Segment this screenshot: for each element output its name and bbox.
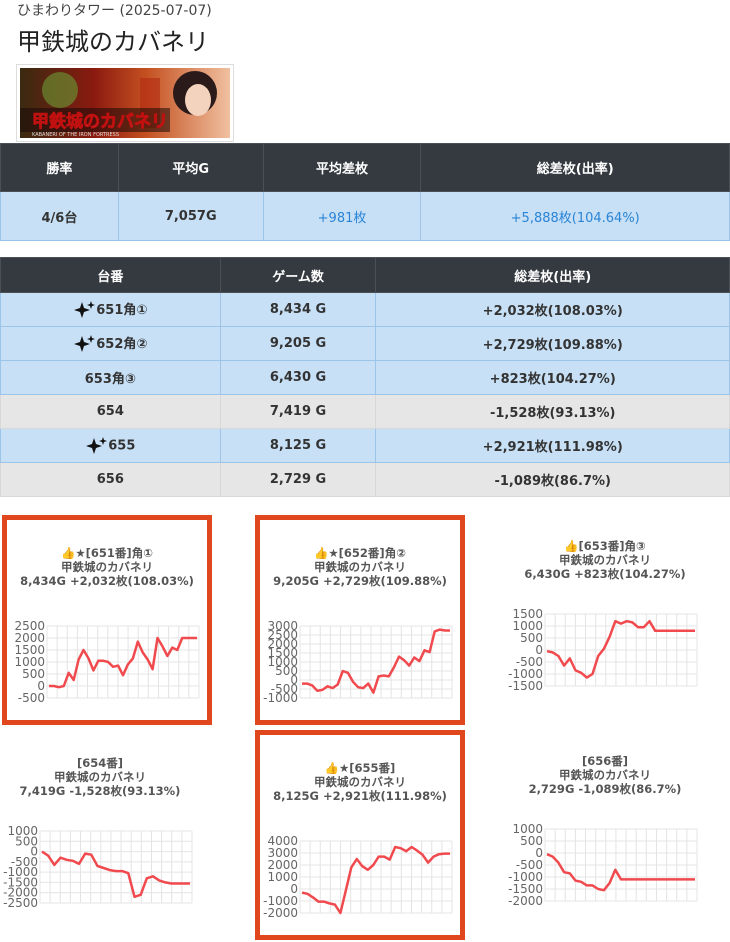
- sparkle-icon: [74, 301, 96, 319]
- summary-winrate: 4/6台: [0, 191, 119, 241]
- summary-avg-games: 7,057G: [117, 191, 264, 241]
- machine-games: 9,205 G: [219, 326, 377, 361]
- machine-games: 2,729 G: [219, 462, 377, 497]
- chart-title-line: 甲鉄城のカバネリ: [559, 768, 651, 782]
- diff-line-chart: 40003000200010000-1000-2000: [263, 835, 453, 920]
- summary-table: 勝率 平均G 平均差枚 総差枚(出率) 4/6台 7,057G +981枚 +5…: [0, 143, 730, 241]
- diff-line-chart: 10005000-500-1000-1500-2000-2500: [3, 825, 193, 910]
- machine-games: 8,434 G: [219, 292, 377, 327]
- chart-title-line: 甲鉄城のカバネリ: [314, 560, 406, 574]
- machine-id[interactable]: 655: [0, 428, 221, 463]
- y-tick-label: -2000: [508, 894, 543, 908]
- machine-row[interactable]: 652角② 9,205 G +2,729枚(109.88%): [0, 326, 730, 361]
- machine-header-games: ゲーム数: [219, 257, 377, 293]
- machine-row[interactable]: 656 2,729 G -1,089枚(86.7%): [0, 462, 730, 497]
- diff-series-line: [302, 628, 450, 694]
- y-tick-label: -1500: [508, 679, 543, 693]
- chart-title-line: 2,729G -1,089枚(86.7%): [528, 782, 682, 796]
- machine-id-label: 651角①: [96, 302, 148, 318]
- machine-header-diff: 総差枚(出率): [375, 257, 730, 293]
- machine-id[interactable]: 653角③: [0, 360, 221, 395]
- machine-games: 6,430 G: [219, 360, 377, 395]
- diff-series-line: [301, 845, 450, 915]
- machine-row[interactable]: 655 8,125 G +2,921枚(111.98%): [0, 428, 730, 463]
- diff-line-chart: 150010005000-500-1000-1500: [508, 608, 698, 693]
- machine-row[interactable]: 653角③ 6,430 G +823枚(104.27%): [0, 360, 730, 395]
- diff-line-chart: 300025002000150010005000-500-1000: [263, 620, 453, 705]
- chart-title-line: 7,419G -1,528枚(93.13%): [19, 784, 181, 798]
- diff-series-line: [49, 636, 197, 689]
- machine-id-label: 653角③: [84, 372, 136, 387]
- machine-id[interactable]: 652角②: [0, 326, 221, 361]
- diff-line-chart: 25002000150010005000-500: [14, 620, 200, 705]
- banner-logo-text: 甲鉄城のカバネリ: [32, 111, 168, 132]
- chart-title-line: 8,434G +2,032枚(108.03%): [20, 574, 194, 588]
- machine-banner-image: 甲鉄城のカバネリ KABANERI OF THE IRON FORTRESS: [16, 64, 234, 142]
- page-title: 甲鉄城のカバネリ: [17, 28, 209, 56]
- chart-title-line: [656番]: [581, 754, 629, 768]
- chart-title-line: 甲鉄城のカバネリ: [61, 560, 153, 574]
- chart-title-line: 9,205G +2,729枚(109.88%): [273, 574, 447, 588]
- diff-series-line: [546, 853, 695, 892]
- machine-id-label: 654: [96, 404, 124, 419]
- machine-id[interactable]: 656: [0, 462, 221, 497]
- sparkle-icon: [74, 335, 96, 353]
- chart-title-line: 8,125G +2,921枚(111.98%): [273, 789, 447, 803]
- machine-chart-card[interactable]: [654番] 甲鉄城のカバネリ 7,419G -1,528枚(93.13%) 1000…: [0, 730, 200, 928]
- chart-title-line: 👍★[655番]: [324, 761, 396, 775]
- machine-diff: -1,089枚(86.7%): [375, 462, 730, 497]
- summary-header-avg-games: 平均G: [117, 143, 264, 192]
- machine-chart-card[interactable]: 👍★[655番] 甲鉄城のカバネリ 8,125G +2,921枚(111.98%) 4…: [255, 730, 465, 940]
- chart-title-line: 6,430G +823枚(104.27%): [524, 567, 686, 581]
- chart-title-line: 甲鉄城のカバネリ: [559, 553, 651, 567]
- chart-title-line: [654番]: [76, 756, 124, 770]
- y-tick-label: -2500: [3, 896, 38, 910]
- summary-total-diff: +5,888枚(104.64%): [420, 191, 730, 241]
- diff-series-line: [546, 619, 695, 679]
- machine-id-label: 656: [96, 472, 124, 487]
- machine-diff: +823枚(104.27%): [375, 360, 730, 395]
- machine-games: 8,125 G: [219, 428, 377, 463]
- summary-header-avg-diff: 平均差枚: [262, 143, 422, 192]
- machine-chart-card[interactable]: 👍★[652番]角② 甲鉄城のカバネリ 9,205G +2,729枚(109.88%…: [255, 515, 465, 725]
- diff-line-chart: 10005000-500-1000-1500-2000: [508, 823, 698, 908]
- machine-diff: +2,921枚(111.98%): [375, 428, 730, 463]
- machine-diff: -1,528枚(93.13%): [375, 394, 730, 429]
- machine-chart-card[interactable]: 👍[653番]角③ 甲鉄城のカバネリ 6,430G +823枚(104.27%) 15…: [505, 513, 705, 713]
- chart-title-line: 👍★[652番]角②: [314, 546, 406, 560]
- diff-series-line: [41, 850, 190, 899]
- machine-id-label: 652角②: [96, 336, 148, 352]
- machine-id[interactable]: 651角①: [0, 292, 221, 327]
- machine-table: 台番 ゲーム数 総差枚(出率) 651角① 8,434 G +2,032枚(108.…: [0, 257, 730, 497]
- machine-header-id: 台番: [0, 257, 221, 293]
- summary-row: 4/6台 7,057G +981枚 +5,888枚(104.64%): [0, 191, 730, 241]
- machine-chart-card[interactable]: 👍★[651番]角① 甲鉄城のカバネリ 8,434G +2,032枚(108.03%…: [2, 515, 212, 725]
- sparkle-icon: [86, 436, 108, 454]
- chart-title-line: 👍[653番]角③: [564, 539, 646, 553]
- machine-diff: +2,729枚(109.88%): [375, 326, 730, 361]
- store-date-label: ひまわりタワー (2025-07-07): [17, 3, 212, 19]
- chart-title-line: 甲鉄城のカバネリ: [54, 770, 146, 784]
- machine-chart-card[interactable]: [656番] 甲鉄城のカバネリ 2,729G -1,089枚(86.7%) 1000 5…: [505, 728, 705, 926]
- machine-diff: +2,032枚(108.03%): [375, 292, 730, 327]
- y-tick-label: -1000: [263, 691, 298, 705]
- summary-avg-diff: +981枚: [262, 191, 422, 241]
- machine-id-label: 655: [108, 438, 136, 453]
- banner-logo-subtext: KABANERI OF THE IRON FORTRESS: [32, 132, 119, 138]
- y-tick-label: -500: [18, 691, 45, 705]
- summary-header-total-diff: 総差枚(出率): [420, 143, 730, 192]
- y-tick-label: -2000: [263, 906, 298, 920]
- machine-games: 7,419 G: [219, 394, 377, 429]
- machine-row[interactable]: 651角① 8,434 G +2,032枚(108.03%): [0, 292, 730, 327]
- machine-id[interactable]: 654: [0, 394, 221, 429]
- chart-title-line: 甲鉄城のカバネリ: [314, 775, 406, 789]
- summary-header-winrate: 勝率: [0, 143, 119, 192]
- machine-row[interactable]: 654 7,419 G -1,528枚(93.13%): [0, 394, 730, 429]
- chart-title-line: 👍★[651番]角①: [61, 546, 153, 560]
